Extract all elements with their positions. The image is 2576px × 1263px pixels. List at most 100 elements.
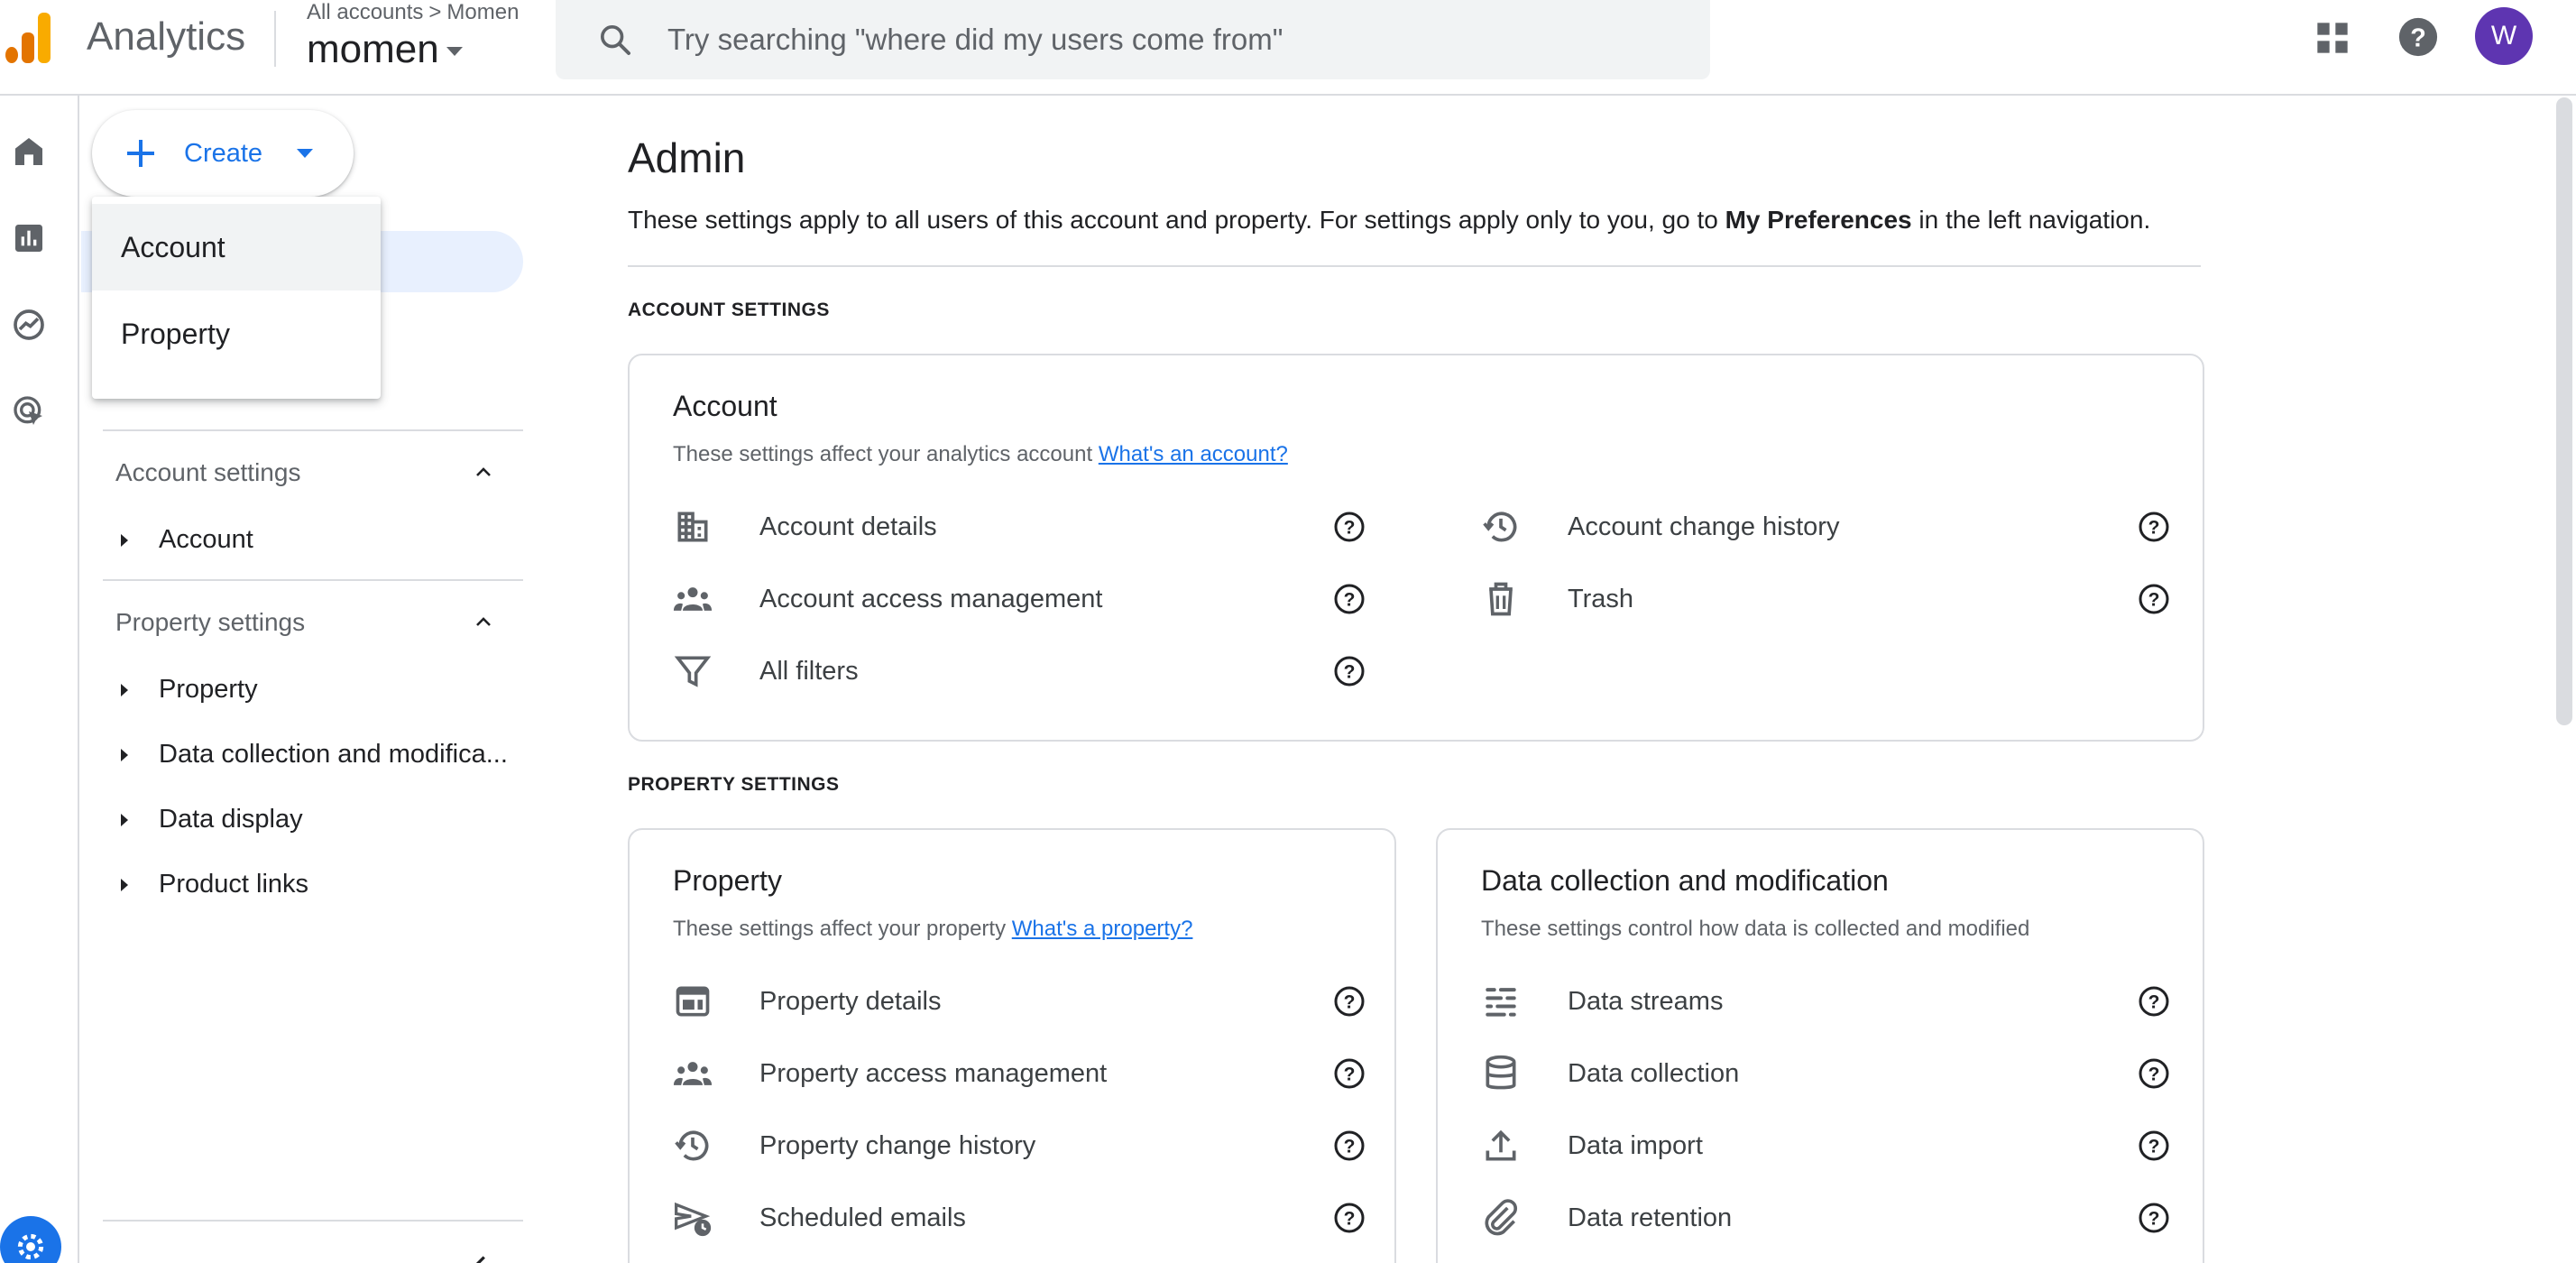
- nav-section-property-settings[interactable]: Property settings: [115, 608, 305, 637]
- nav-item-property[interactable]: Property: [99, 675, 258, 705]
- filter-icon: [674, 656, 712, 687]
- reports-icon[interactable]: [11, 220, 47, 256]
- nav-item-data-collection[interactable]: Data collection and modifica...: [99, 740, 508, 770]
- account-access-management-row[interactable]: Account access management ?: [673, 572, 1365, 626]
- divider: [103, 429, 523, 431]
- streams-icon: [1486, 988, 1516, 1017]
- trash-row[interactable]: Trash ?: [1481, 572, 2170, 626]
- help-outline-icon[interactable]: ?: [2138, 1057, 2170, 1090]
- divider: [103, 1220, 523, 1222]
- nav-item-label: Data collection and modifica...: [159, 740, 508, 769]
- nav-item-label: Account: [159, 525, 253, 554]
- scrollbar-thumb[interactable]: [2556, 97, 2572, 725]
- breadcrumb[interactable]: All accounts > Momen: [307, 0, 519, 25]
- account-settings-card: Account These settings affect your analy…: [628, 354, 2204, 742]
- chevron-up-icon[interactable]: [473, 612, 494, 633]
- help-outline-icon[interactable]: ?: [2138, 583, 2170, 615]
- data-retention-row[interactable]: Data retention ?: [1481, 1191, 2170, 1245]
- card-title: Account: [673, 390, 777, 422]
- data-collection-row[interactable]: Data collection ?: [1481, 1046, 2170, 1101]
- home-icon[interactable]: [11, 134, 47, 170]
- help-outline-icon[interactable]: ?: [1333, 985, 1366, 1018]
- account-switcher[interactable]: momen: [307, 27, 463, 72]
- svg-text:?: ?: [2410, 24, 2426, 53]
- explore-icon[interactable]: [11, 307, 47, 343]
- help-outline-icon[interactable]: ?: [1333, 583, 1366, 615]
- create-button[interactable]: Create: [92, 110, 354, 197]
- chevron-up-icon[interactable]: [473, 462, 494, 484]
- help-outline-icon[interactable]: ?: [2138, 1202, 2170, 1234]
- expand-arrow-icon: [121, 813, 128, 826]
- upload-icon: [1486, 1129, 1516, 1161]
- my-preferences-text: My Preferences: [1725, 206, 1912, 234]
- account-name: momen: [307, 27, 439, 71]
- account-details-row[interactable]: Account details ?: [673, 500, 1365, 554]
- help-icon[interactable]: ?: [2397, 16, 2439, 58]
- help-outline-icon[interactable]: ?: [1333, 1129, 1366, 1162]
- help-outline-icon[interactable]: ?: [1333, 511, 1366, 543]
- nav-item-product-links[interactable]: Product links: [99, 870, 308, 899]
- data-collection-card: Data collection and modification These s…: [1436, 828, 2204, 1263]
- help-outline-icon[interactable]: ?: [2138, 985, 2170, 1018]
- scheduled-send-icon: [675, 1202, 712, 1237]
- scheduled-emails-row[interactable]: Scheduled emails ?: [673, 1191, 1365, 1245]
- caret-down-icon: [297, 149, 314, 158]
- breadcrumb-root[interactable]: All accounts: [307, 0, 423, 24]
- search-input[interactable]: [667, 23, 1660, 57]
- expand-arrow-icon: [121, 533, 128, 547]
- whats-an-account-link[interactable]: What's an account?: [1099, 442, 1288, 466]
- expand-arrow-icon: [121, 878, 128, 891]
- breadcrumb-current[interactable]: Momen: [446, 0, 519, 24]
- web-icon: [676, 986, 710, 1017]
- nav-section-account-settings[interactable]: Account settings: [115, 458, 300, 487]
- account-change-history-row[interactable]: Account change history ?: [1481, 500, 2170, 554]
- nav-item-data-display[interactable]: Data display: [99, 805, 303, 834]
- divider: [628, 265, 2201, 267]
- left-rail: [0, 96, 79, 1263]
- section-label-property-settings: PROPERTY SETTINGS: [628, 774, 840, 795]
- create-label: Create: [184, 138, 263, 168]
- data-streams-row[interactable]: Data streams ?: [1481, 974, 2170, 1028]
- help-outline-icon[interactable]: ?: [2138, 511, 2170, 543]
- people-icon: [673, 1062, 713, 1085]
- whats-a-property-link[interactable]: What's a property?: [1012, 917, 1193, 941]
- search-bar[interactable]: [556, 0, 1710, 79]
- expand-arrow-icon: [121, 683, 128, 696]
- property-access-management-row[interactable]: Property access management ?: [673, 1046, 1365, 1101]
- avatar[interactable]: W: [2475, 7, 2533, 65]
- svg-text:?: ?: [1344, 992, 1356, 1013]
- page-title: Admin: [628, 134, 746, 181]
- svg-text:?: ?: [2148, 1065, 2160, 1085]
- history-icon: [675, 1130, 709, 1161]
- section-label-account-settings: ACCOUNT SETTINGS: [628, 300, 830, 320]
- nav-item-label: Product links: [159, 870, 309, 899]
- svg-text:?: ?: [2148, 1209, 2160, 1230]
- nav-item-account[interactable]: Account: [99, 525, 253, 555]
- card-description: These settings affect your property What…: [673, 917, 1193, 941]
- svg-text:?: ?: [1344, 662, 1356, 683]
- help-outline-icon[interactable]: ?: [1333, 655, 1366, 687]
- help-outline-icon[interactable]: ?: [2138, 1129, 2170, 1162]
- advertising-icon[interactable]: [11, 393, 47, 429]
- expand-arrow-icon: [121, 748, 128, 761]
- menu-item-property[interactable]: Property: [92, 290, 381, 377]
- help-outline-icon[interactable]: ?: [1333, 1057, 1366, 1090]
- card-title: Property: [673, 864, 782, 897]
- people-icon: [673, 587, 713, 611]
- property-change-history-row[interactable]: Property change history ?: [673, 1119, 1365, 1173]
- analytics-logo[interactable]: [5, 13, 52, 63]
- nav-item-label: Property: [159, 675, 258, 704]
- help-outline-icon[interactable]: ?: [1333, 1202, 1366, 1234]
- divider: [103, 579, 523, 581]
- menu-item-account[interactable]: Account: [92, 204, 381, 290]
- collapse-nav-icon[interactable]: [467, 1250, 494, 1263]
- history-icon: [1483, 512, 1517, 542]
- create-menu: Account Property: [92, 197, 381, 399]
- property-details-row[interactable]: Property details ?: [673, 974, 1365, 1028]
- data-import-row[interactable]: Data import ?: [1481, 1119, 2170, 1173]
- paperclip-icon: [1485, 1199, 1518, 1236]
- all-filters-row[interactable]: All filters ?: [673, 644, 1365, 698]
- svg-text:?: ?: [1344, 1137, 1356, 1157]
- svg-text:?: ?: [1344, 590, 1356, 611]
- apps-grid-icon[interactable]: [2314, 20, 2351, 56]
